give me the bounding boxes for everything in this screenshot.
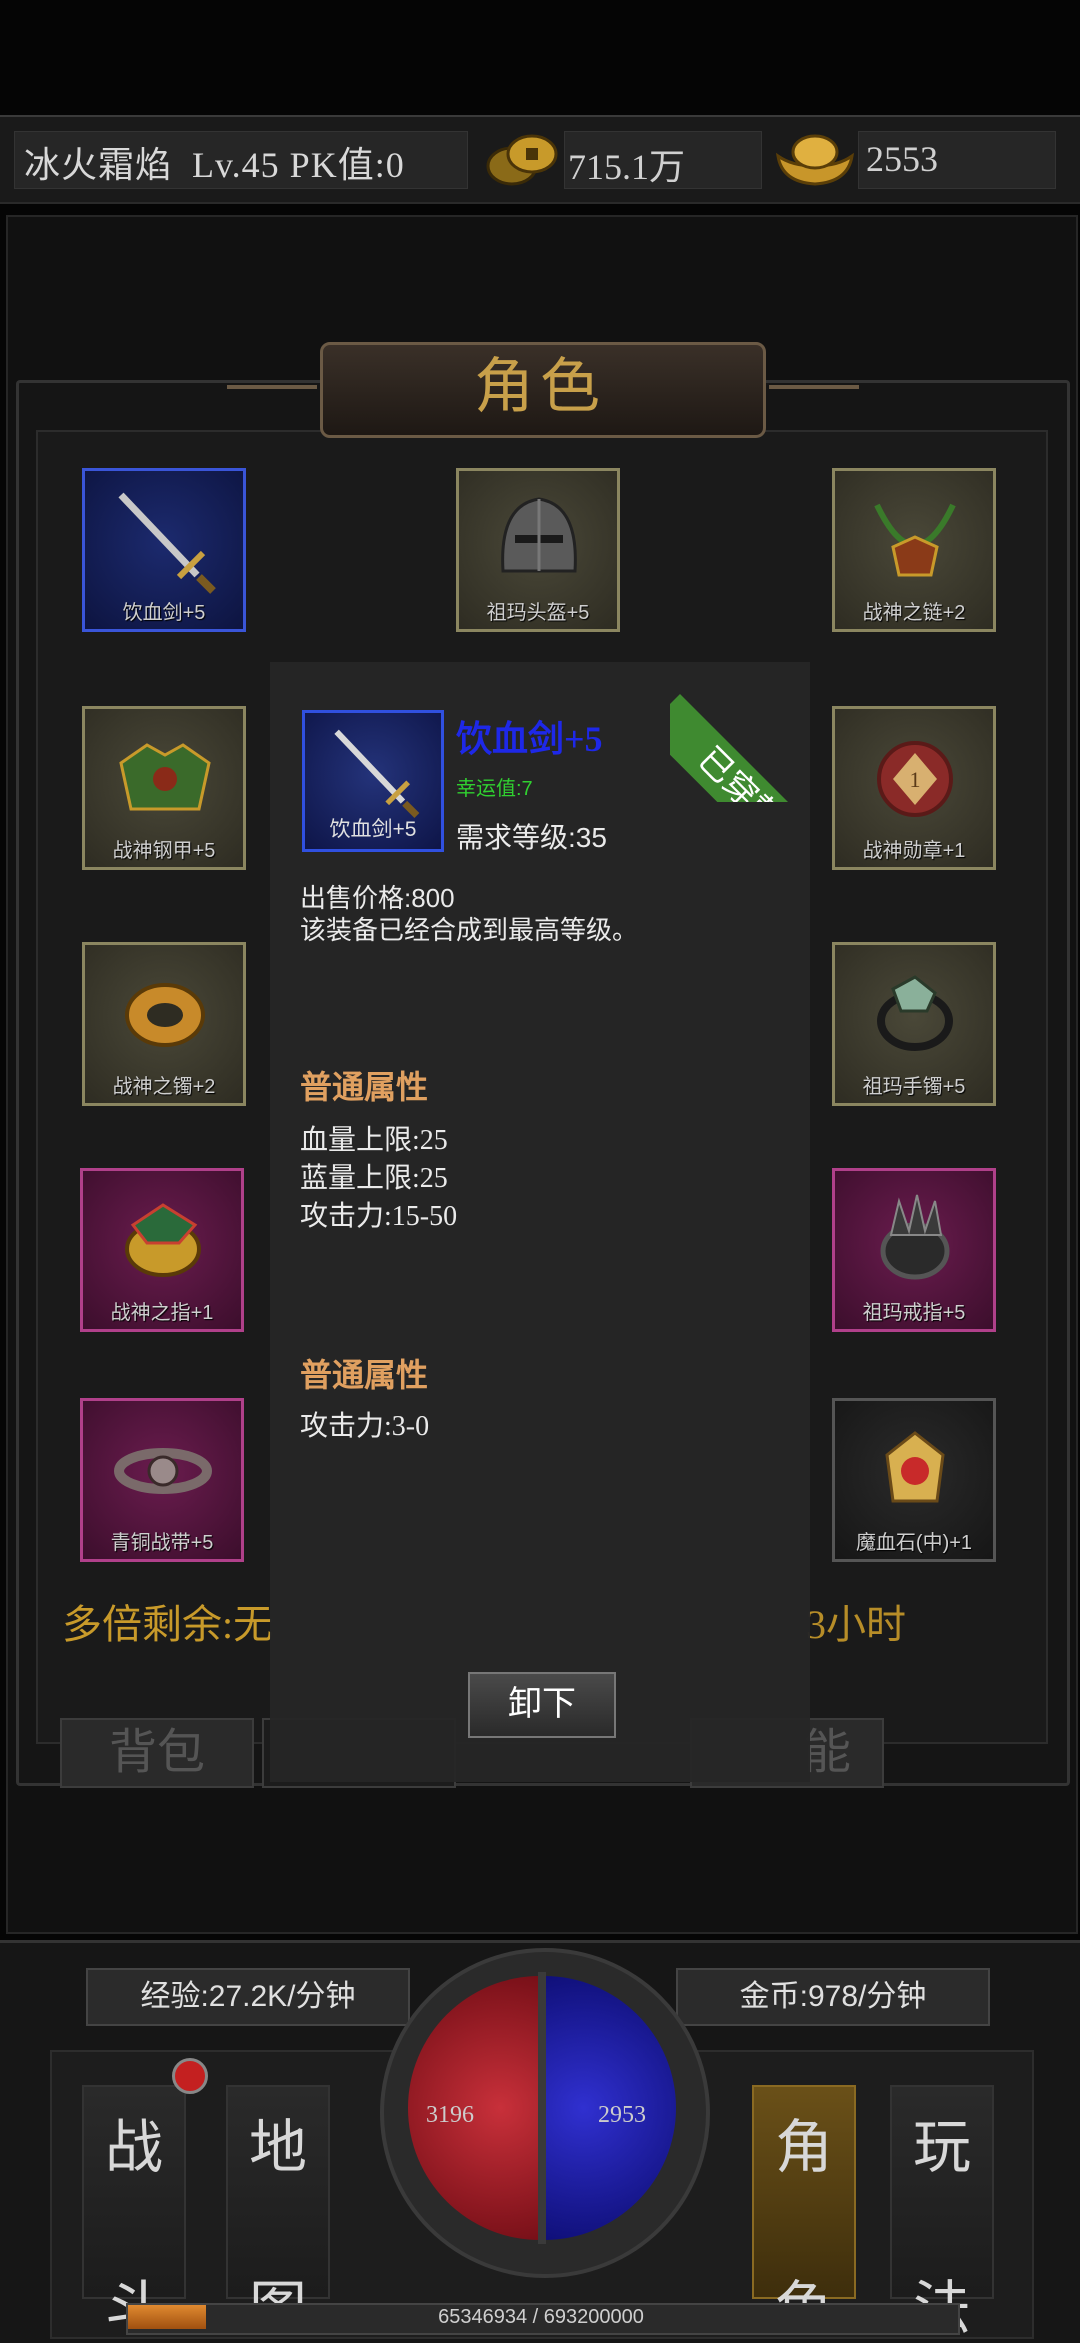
title-wing-left <box>227 385 317 389</box>
bracelet-icon <box>877 975 953 1051</box>
gold-coins-icon <box>486 134 558 186</box>
item-note: 该装备已经合成到最高等级。 <box>300 915 639 945</box>
section-title: 普通属性 <box>300 1357 429 1393</box>
nav-battle-top: 战 <box>104 2115 163 2180</box>
stat-line: 攻击力:3-0 <box>300 1411 430 1442</box>
tab-skills-label: 能 <box>802 1726 851 1779</box>
stat-line: 血量上限:25 <box>300 1125 448 1156</box>
svg-text:1: 1 <box>910 767 921 792</box>
slot-label: 祖玛头盔+5 <box>486 602 590 624</box>
sword-icon <box>118 492 216 594</box>
panel-title: 角色 <box>474 354 606 420</box>
nav-gameplay-top: 玩 <box>912 2115 971 2180</box>
ingot-amount: 2553 <box>866 139 938 179</box>
stat-line: 蓝量上限:25 <box>300 1163 448 1194</box>
slot-label: 战神之镯+2 <box>112 1076 216 1098</box>
ring-icon <box>880 1194 950 1280</box>
item-required-level: 需求等级:35 <box>456 822 607 853</box>
armor-icon <box>119 743 211 811</box>
notification-dot <box>172 2058 208 2094</box>
hp-value: 3196 <box>426 2102 474 2128</box>
stat-line: 攻击力:15-50 <box>300 1201 458 1232</box>
slot-label: 战神之指+1 <box>110 1302 214 1324</box>
slot-ring-right[interactable]: 祖玛戒指+5 <box>832 1168 996 1332</box>
title-wing-right <box>769 385 859 389</box>
multi-exp-remaining: 多倍剩余:无 <box>62 1602 274 1647</box>
slot-label: 饮血剑+5 <box>122 602 206 624</box>
player-level: Lv.45 <box>192 145 280 185</box>
exp-rate: 经验:27.2K/分钟 <box>86 1968 410 2026</box>
item-name: 饮血剑+5 <box>456 719 603 759</box>
slot-necklace[interactable]: 战神之链+2 <box>832 468 996 632</box>
slot-belt[interactable]: 青铜战带+5 <box>80 1398 244 1562</box>
player-name-line: 冰火霜焰 Lv.45 PK值:0 <box>24 136 405 188</box>
slot-label: 青铜战带+5 <box>110 1532 214 1554</box>
gold-rate: 金币:978/分钟 <box>676 1968 990 2026</box>
sword-icon <box>334 729 420 818</box>
gold-amount: 715.1万 <box>568 147 686 187</box>
slot-label: 祖玛手镯+5 <box>862 1076 966 1098</box>
slot-helmet[interactable]: 祖玛头盔+5 <box>456 468 620 632</box>
nav-character[interactable]: 角色 <box>752 2085 856 2341</box>
slot-label: 战神钢甲+5 <box>112 840 216 862</box>
slot-weapon[interactable]: 饮血剑+5 <box>82 468 246 632</box>
medal-icon: 1 <box>877 741 953 817</box>
slot-label: 祖玛戒指+5 <box>862 1302 966 1324</box>
nav-battle[interactable]: 战斗 <box>82 2085 186 2341</box>
equipped-badge: 已穿戴 <box>670 662 810 802</box>
orb-divider <box>538 1972 546 2244</box>
tab-bag[interactable]: 背包 <box>60 1718 254 1788</box>
nav-map-top: 地 <box>248 2115 307 2180</box>
unequip-button[interactable]: 卸下 <box>468 1672 616 1738</box>
helmet-icon <box>501 497 577 573</box>
section-title: 普通属性 <box>300 1069 429 1105</box>
slot-label: 魔血石(中)+1 <box>855 1532 973 1554</box>
popup-item-slot: 饮血剑+5 <box>302 710 444 852</box>
player-name: 冰火霜焰 <box>24 145 173 185</box>
slot-bracelet-left[interactable]: 战神之镯+2 <box>82 942 246 1106</box>
time-remaining: 3小时 <box>806 1602 906 1647</box>
slot-gem[interactable]: 魔血石(中)+1 <box>832 1398 996 1562</box>
gem-icon <box>885 1431 945 1503</box>
slot-label: 战神勋章+1 <box>862 840 966 862</box>
slot-label: 战神之链+2 <box>862 602 966 624</box>
gold-ingot-icon <box>775 134 855 186</box>
necklace-icon <box>874 503 956 577</box>
slot-bracelet-right[interactable]: 祖玛手镯+5 <box>832 942 996 1106</box>
nav-gameplay[interactable]: 玩法 <box>890 2085 994 2341</box>
slot-medal[interactable]: 1 战神勋章+1 <box>832 706 996 870</box>
mp-value: 2953 <box>598 2102 646 2128</box>
nav-map[interactable]: 地图 <box>226 2085 330 2341</box>
slot-armor[interactable]: 战神钢甲+5 <box>82 706 246 870</box>
ring-icon <box>125 1203 201 1277</box>
item-luck: 幸运值:7 <box>456 778 533 800</box>
popup-slot-label: 饮血剑+5 <box>329 818 417 841</box>
bracelet-icon <box>125 983 205 1047</box>
exp-progress-text: 65346934 / 693200000 <box>438 2306 644 2328</box>
slot-ring-left[interactable]: 战神之指+1 <box>80 1168 244 1332</box>
belt-icon <box>114 1448 212 1494</box>
tab-bag-label: 背包 <box>108 1726 205 1779</box>
equipped-badge-text: 已穿戴 <box>670 694 810 802</box>
pk-value: PK值:0 <box>289 145 405 185</box>
nav-character-top: 角 <box>774 2115 833 2180</box>
